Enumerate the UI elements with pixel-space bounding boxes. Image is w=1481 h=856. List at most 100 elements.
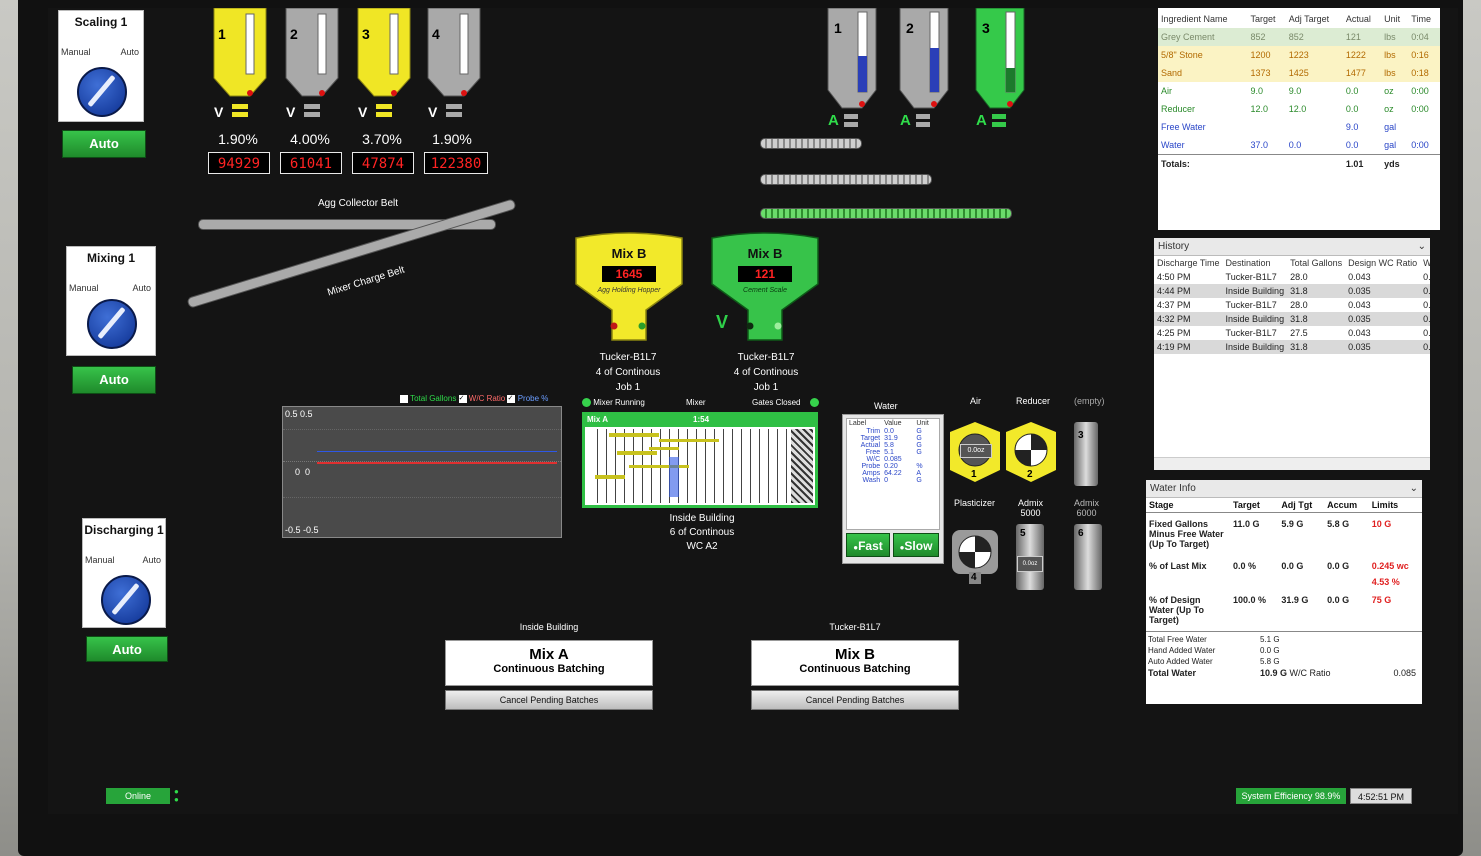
water-total-row: Total Free Water 5.1 G: [1148, 634, 1420, 645]
admix-3-tank: 3: [1074, 422, 1098, 486]
discharging-auto-button[interactable]: Auto: [86, 636, 168, 662]
clock: 4:52:51 PM: [1350, 788, 1412, 804]
ingredient-cell: 1373: [1250, 68, 1271, 78]
slow-button[interactable]: ●Slow: [893, 533, 939, 557]
ingredient-cell: lbs: [1384, 32, 1396, 42]
scaling-auto-button[interactable]: Auto: [62, 130, 146, 158]
water-cell: G: [916, 428, 922, 435]
ingredient-cell: gal: [1384, 122, 1397, 132]
ingredient-cell: 852: [1250, 32, 1266, 42]
water-info-limit-secondary: 4.53 %: [1371, 577, 1400, 587]
scaling-manual-label: Manual: [61, 47, 91, 57]
history-header-cell: WC: [1423, 258, 1430, 268]
water-info-header-cell: Target: [1233, 500, 1260, 510]
ingredient-cell: 0.0: [1288, 140, 1302, 150]
agg-bin-percent: 1.90%: [218, 131, 258, 147]
cement-bin-auger-label: A: [828, 112, 839, 129]
ingredients-header-cell: Actual: [1345, 14, 1371, 24]
mix-b-button[interactable]: Mix B Continuous Batching: [751, 640, 959, 686]
history-row[interactable]: 4:37 PM Tucker-B1L7 28.0 0.043 0.358: [1154, 298, 1430, 312]
history-row[interactable]: 4:50 PM Tucker-B1L7 28.0 0.043 0.358: [1154, 270, 1430, 284]
ingredient-cell: 0:16: [1411, 50, 1429, 60]
water-info-limit: 0.245 wc 4.53 %: [1369, 555, 1422, 589]
ingredient-row[interactable]: Sand 1373 1425 1477 lbs 0:18: [1158, 64, 1440, 82]
ingredient-cell: Water: [1161, 140, 1185, 150]
mixing-auto-button[interactable]: Auto: [72, 366, 156, 394]
admix5-label: Admix 5000: [1018, 498, 1044, 518]
ingredient-cell: Free Water: [1161, 122, 1206, 132]
ingredient-cell: 1477: [1345, 68, 1366, 78]
total-gallons-checkbox[interactable]: [400, 394, 408, 403]
ingredient-row[interactable]: Reducer 12.0 12.0 0.0 oz 0:00: [1158, 100, 1440, 118]
probe-label: Probe %: [517, 394, 549, 403]
water-row: Trim 0.0 G: [847, 428, 939, 435]
history-scrollbar[interactable]: [1154, 457, 1430, 470]
water-total-row: Auto Added Water 5.8 G: [1148, 656, 1420, 667]
total-gallons-label: Total Gallons: [410, 394, 457, 403]
history-cell: Tucker-B1L7: [1225, 328, 1277, 338]
history-collapse-icon[interactable]: ⌄: [1418, 241, 1426, 252]
scaling-mode-knob[interactable]: [77, 67, 127, 117]
wc-ratio-checkbox[interactable]: ✓: [458, 394, 467, 403]
cement-screw-2: [760, 174, 932, 185]
water-info-stage: % of Last Mix: [1149, 561, 1207, 571]
history-cell: 0.287: [1423, 314, 1430, 324]
agg-bin-weight: 47874: [352, 152, 414, 174]
mixer-time: 1:54: [693, 415, 710, 424]
discharging-control: Discharging 1 Manual Auto: [82, 518, 166, 628]
water-total-label: Auto Added Water: [1148, 657, 1213, 666]
ingredient-row[interactable]: Free Water 9.0 gal: [1158, 118, 1440, 136]
water-info-totals: Total Free Water 5.1 G Hand Added Water 0.0…: [1146, 631, 1422, 681]
history-row[interactable]: 4:25 PM Tucker-B1L7 27.5 0.043 0.358: [1154, 326, 1430, 340]
agg-hopper-sub: Agg Holding Hopper: [597, 287, 661, 294]
mixer-panel: Mix A 1:54: [582, 412, 818, 508]
admix-1-num: 1: [971, 469, 977, 480]
agg-bin-weight: 122380: [424, 152, 488, 174]
water-row: Wash 0 G: [847, 477, 939, 484]
ingredient-cell: 12.0: [1250, 104, 1268, 114]
ingredient-row[interactable]: 5/8" Stone 1200 1223 1222 lbs 0:16: [1158, 46, 1440, 64]
cancel-pending-batches-button[interactable]: Cancel Pending Batches: [445, 690, 653, 710]
water-info-header-cell: Limits: [1371, 500, 1399, 510]
water-cell: A: [916, 470, 922, 477]
cancel-pending-batches-button[interactable]: Cancel Pending Batches: [751, 690, 959, 710]
history-row[interactable]: 4:44 PM Inside Building 31.8 0.035 0.287: [1154, 284, 1430, 298]
water-info-limit: 75 G: [1369, 589, 1422, 631]
water-info-limit-value: 75 G: [1371, 595, 1392, 605]
ingredient-cell: 9.0: [1345, 122, 1359, 132]
water-info-collapse-icon[interactable]: ⌄: [1410, 483, 1418, 494]
history-cell: 0.035: [1348, 342, 1371, 352]
plasticizer-label: Plasticizer: [954, 498, 996, 508]
history-cell: 27.5: [1290, 328, 1308, 338]
ingredient-row[interactable]: Grey Cement 852 852 121 lbs 0:04: [1158, 28, 1440, 46]
empty-label: (empty): [1074, 396, 1105, 406]
probe-checkbox[interactable]: ✓: [507, 394, 516, 403]
ingredient-row[interactable]: Air 9.0 9.0 0.0 oz 0:00: [1158, 82, 1440, 100]
total-water-label: Total Water: [1148, 668, 1197, 678]
ingredient-cell: 0:00: [1411, 140, 1429, 150]
water-info-accum: 0.0 G: [1327, 561, 1350, 571]
mixing-mode-knob[interactable]: [87, 299, 137, 349]
water-info-header-cell: Accum: [1327, 500, 1358, 510]
agg-hopper-readout: 1645: [602, 266, 656, 282]
plasticizer-dispenser: 4: [950, 526, 1000, 586]
water-header-cell: Label: [849, 420, 867, 427]
admix-3-num: 3: [1078, 430, 1084, 441]
history-row[interactable]: 4:19 PM Inside Building 31.8 0.035 0.287: [1154, 340, 1430, 354]
agg-hopper-line2: 4 of Continous: [595, 367, 661, 378]
mixer-gate: [791, 429, 813, 503]
water-info-limit-value: 10 G: [1371, 519, 1392, 529]
reducer-dispenser: 2: [1006, 422, 1056, 482]
ingredient-cell: 37.0: [1250, 140, 1268, 150]
agg-bin-valve: V: [286, 104, 296, 120]
history-row[interactable]: 4:32 PM Inside Building 31.8 0.035 0.287: [1154, 312, 1430, 326]
water-total-value: 0.0 G: [1260, 646, 1280, 655]
water-info-header-cell: Stage: [1149, 500, 1174, 510]
water-info-stage: % of Design Water (Up To Target): [1149, 595, 1204, 625]
mix-a-button[interactable]: Mix A Continuous Batching: [445, 640, 653, 686]
ingredient-row[interactable]: Water 37.0 0.0 0.0 gal 0:00: [1158, 136, 1440, 155]
ingredient-cell: 0:00: [1411, 104, 1429, 114]
discharging-mode-knob[interactable]: [101, 575, 151, 625]
agg-hopper-title: Mix B: [611, 246, 647, 261]
fast-button[interactable]: ●Fast: [846, 533, 890, 557]
